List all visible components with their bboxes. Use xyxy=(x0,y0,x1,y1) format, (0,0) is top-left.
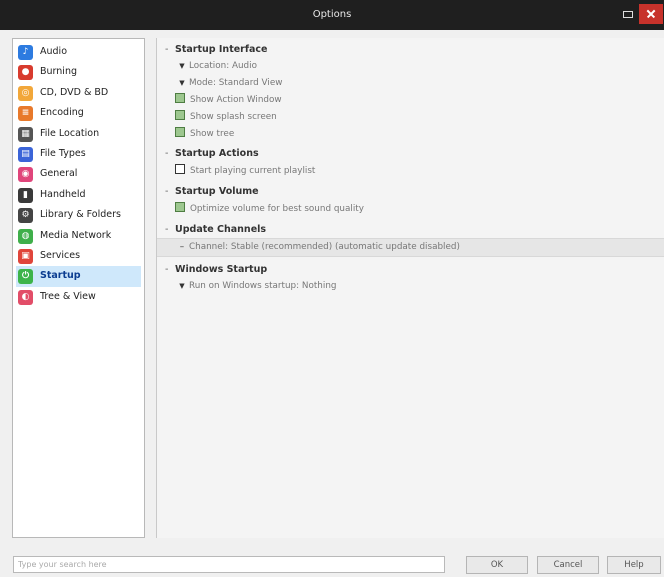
sidebar-item-encoding[interactable]: ≡ Encoding xyxy=(16,103,141,123)
checkbox-checked-icon xyxy=(175,110,185,120)
ok-button[interactable]: OK xyxy=(466,556,528,574)
show-splash-screen-checkbox[interactable]: Show splash screen xyxy=(157,109,664,126)
sidebar-item-startup[interactable]: ⏻ Startup xyxy=(16,266,141,287)
search-input[interactable] xyxy=(13,556,445,573)
sidebar-item-label: Services xyxy=(40,249,81,261)
sidebar-item-library-folders[interactable]: ⚙ Library & Folders xyxy=(16,205,141,225)
collapse-icon: - xyxy=(165,224,169,235)
disc-icon: ◎ xyxy=(18,85,33,101)
options-category-list: ♪ Audio ● Burning ◎ CD, DVD & BD ≡ Encoding ▦ Fil… xyxy=(12,38,145,538)
show-action-window-checkbox[interactable]: Show Action Window xyxy=(157,92,664,109)
collapse-icon: - xyxy=(165,264,169,275)
help-button[interactable]: Help xyxy=(607,556,661,574)
sidebar-item-handheld[interactable]: ▮ Handheld xyxy=(16,185,141,205)
sidebar-item-label: General xyxy=(40,168,78,180)
window-title: Options xyxy=(312,9,352,20)
sidebar-item-file-location[interactable]: ▦ File Location xyxy=(16,124,141,144)
sidebar-item-general[interactable]: ◉ General xyxy=(16,164,141,184)
handheld-icon: ▮ xyxy=(18,187,33,203)
section-startup-actions[interactable]: - Startup Actions xyxy=(157,145,664,162)
close-button[interactable] xyxy=(639,4,663,24)
sidebar-item-label: Encoding xyxy=(40,107,84,119)
sidebar-item-audio[interactable]: ♪ Audio xyxy=(16,42,141,62)
sidebar-item-label: Audio xyxy=(40,46,68,57)
section-startup-interface[interactable]: - Startup Interface xyxy=(157,41,664,58)
section-update-channels[interactable]: - Update Channels xyxy=(157,221,664,238)
checkbox-checked-icon xyxy=(175,202,185,212)
sidebar-item-tree-view[interactable]: ◐ Tree & View xyxy=(16,287,141,307)
sidebar-item-label: File Location xyxy=(40,127,100,139)
start-playing-checkbox[interactable]: Start playing current playlist xyxy=(157,163,664,180)
cancel-button[interactable]: Cancel xyxy=(537,556,599,574)
tree-view-icon: ◐ xyxy=(18,289,33,305)
sidebar-item-cd-dvd-bd[interactable]: ◎ CD, DVD & BD xyxy=(16,83,141,103)
sidebar-item-file-types[interactable]: ▤ File Types xyxy=(16,144,141,164)
encoding-icon: ≡ xyxy=(18,106,33,122)
checkbox-checked-icon xyxy=(175,127,185,137)
media-network-icon: ◍ xyxy=(18,228,33,244)
dropdown-arrow-icon: ▼ xyxy=(179,79,185,87)
general-icon: ◉ xyxy=(18,167,33,183)
optimize-volume-checkbox[interactable]: Optimize volume for best sound quality xyxy=(157,201,664,218)
sidebar-item-burning[interactable]: ● Burning xyxy=(16,62,141,82)
update-channel-option[interactable]: – Channel: Stable (recommended) (automati… xyxy=(157,238,664,257)
library-icon: ⚙ xyxy=(18,208,33,224)
burn-disc-icon: ● xyxy=(18,65,33,81)
run-on-startup-option[interactable]: ▼ Run on Windows startup: Nothing xyxy=(157,278,664,295)
sidebar-item-label: Tree & View xyxy=(40,290,96,302)
sidebar-item-media-network[interactable]: ◍ Media Network xyxy=(16,226,141,246)
sidebar-item-label: CD, DVD & BD xyxy=(40,86,109,98)
startup-icon: ⏻ xyxy=(18,269,33,285)
checkbox-checked-icon xyxy=(175,93,185,103)
location-option[interactable]: ▼ Location: Audio xyxy=(157,58,664,75)
sidebar-item-label: File Types xyxy=(40,147,86,159)
restore-button[interactable] xyxy=(617,4,637,24)
sidebar-item-label: Handheld xyxy=(40,188,86,200)
sidebar-item-label: Startup xyxy=(40,270,81,282)
sidebar-item-services[interactable]: ▣ Services xyxy=(16,246,141,266)
mode-option[interactable]: ▼ Mode: Standard View xyxy=(157,75,664,92)
dropdown-arrow-icon: ▼ xyxy=(179,62,185,70)
file-types-icon: ▤ xyxy=(18,146,33,162)
sidebar-item-label: Media Network xyxy=(40,229,112,241)
show-tree-checkbox[interactable]: Show tree xyxy=(157,126,664,143)
sidebar-item-label: Burning xyxy=(40,66,77,78)
section-startup-volume[interactable]: - Startup Volume xyxy=(157,183,664,200)
music-note-icon: ♪ xyxy=(18,45,33,60)
section-windows-startup[interactable]: - Windows Startup xyxy=(157,261,664,278)
option-dash-icon: – xyxy=(179,242,185,252)
file-location-icon: ▦ xyxy=(18,126,33,142)
services-icon: ▣ xyxy=(18,248,33,264)
collapse-icon: - xyxy=(165,148,169,159)
settings-panel: - Startup Interface ▼ Location: Audio ▼ Mod… xyxy=(156,38,664,538)
title-bar: Options xyxy=(0,0,664,30)
sidebar-item-label: Library & Folders xyxy=(40,209,121,221)
dropdown-arrow-icon: ▼ xyxy=(179,282,185,290)
collapse-icon: - xyxy=(165,186,169,197)
collapse-icon: - xyxy=(165,44,169,55)
checkbox-unchecked-icon xyxy=(175,164,185,174)
